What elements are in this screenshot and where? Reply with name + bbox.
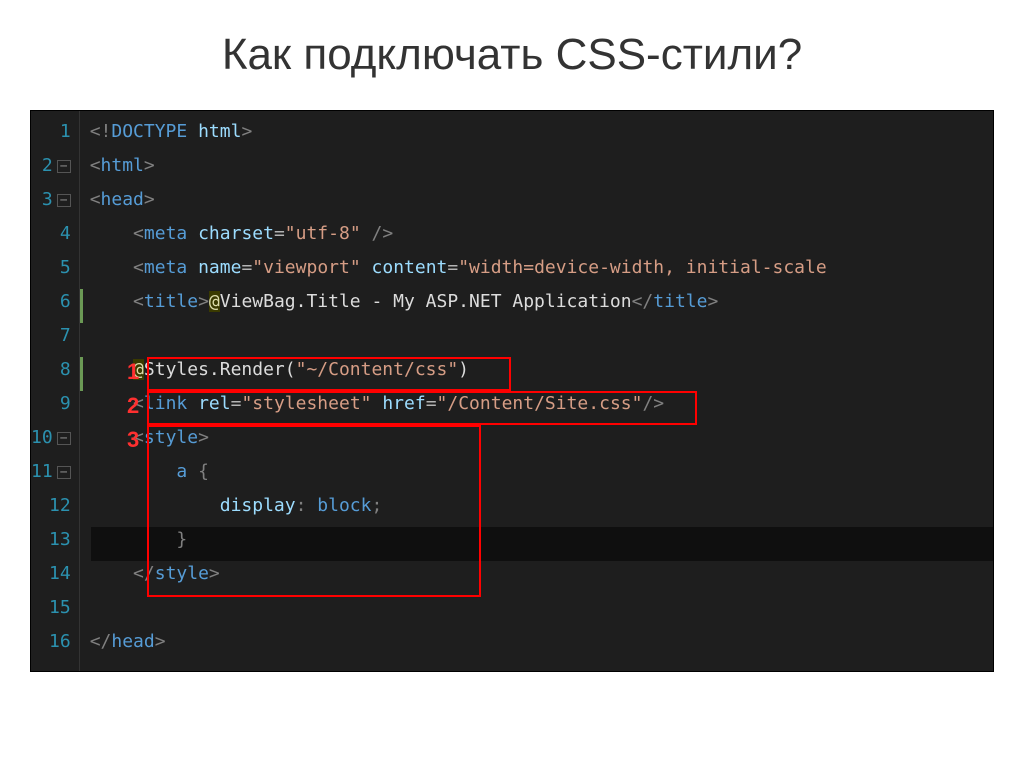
line-number: 8 — [31, 353, 71, 387]
code-line[interactable]: <head> — [90, 183, 993, 217]
code-line[interactable]: <style> — [90, 421, 993, 455]
code-editor[interactable]: 12−3−45678910−11−1213141516 <!DOCTYPE ht… — [30, 110, 994, 672]
code-line[interactable]: <link rel="stylesheet" href="/Content/Si… — [90, 387, 993, 421]
line-number: 6 — [31, 285, 71, 319]
code-line[interactable]: a { — [90, 455, 993, 489]
code-line[interactable]: <!DOCTYPE html> — [90, 115, 993, 149]
line-number: 15 — [31, 591, 71, 625]
highlight-label-2: 2 — [127, 393, 139, 419]
fold-toggle-icon[interactable]: − — [57, 160, 71, 173]
line-number: 16 — [31, 625, 71, 659]
fold-toggle-icon[interactable]: − — [57, 194, 71, 207]
line-number: 10− — [31, 421, 71, 455]
code-area[interactable]: <!DOCTYPE html><html><head> <meta charse… — [80, 111, 993, 671]
code-line[interactable] — [90, 319, 993, 353]
editor-body: 12−3−45678910−11−1213141516 <!DOCTYPE ht… — [31, 111, 993, 671]
code-line[interactable]: </style> — [90, 557, 993, 591]
code-line[interactable] — [90, 591, 993, 625]
line-number: 14 — [31, 557, 71, 591]
line-number: 1 — [31, 115, 71, 149]
highlight-label-3: 3 — [127, 427, 139, 453]
fold-toggle-icon[interactable]: − — [57, 466, 71, 479]
highlight-label-1: 1 — [127, 359, 139, 385]
code-line[interactable]: <meta charset="utf-8" /> — [90, 217, 993, 251]
code-line[interactable]: @Styles.Render("~/Content/css") — [90, 353, 993, 387]
fold-toggle-icon[interactable]: − — [57, 432, 71, 445]
code-line[interactable]: <title>@ViewBag.Title - My ASP.NET Appli… — [90, 285, 993, 319]
line-number: 4 — [31, 217, 71, 251]
code-line[interactable]: <html> — [90, 149, 993, 183]
line-number: 13 — [31, 523, 71, 557]
line-number-gutter: 12−3−45678910−11−1213141516 — [31, 111, 80, 671]
code-line[interactable]: <meta name="viewport" content="width=dev… — [90, 251, 993, 285]
code-line[interactable]: } — [90, 523, 993, 557]
line-number: 11− — [31, 455, 71, 489]
line-number: 7 — [31, 319, 71, 353]
line-number: 5 — [31, 251, 71, 285]
slide-title: Как подключать CSS-стили? — [0, 0, 1024, 100]
line-number: 12 — [31, 489, 71, 523]
slide: Как подключать CSS-стили? 12−3−45678910−… — [0, 0, 1024, 767]
line-number: 3− — [31, 183, 71, 217]
line-number: 9 — [31, 387, 71, 421]
code-line[interactable]: display: block; — [90, 489, 993, 523]
code-line[interactable]: </head> — [90, 625, 993, 659]
line-number: 2− — [31, 149, 71, 183]
